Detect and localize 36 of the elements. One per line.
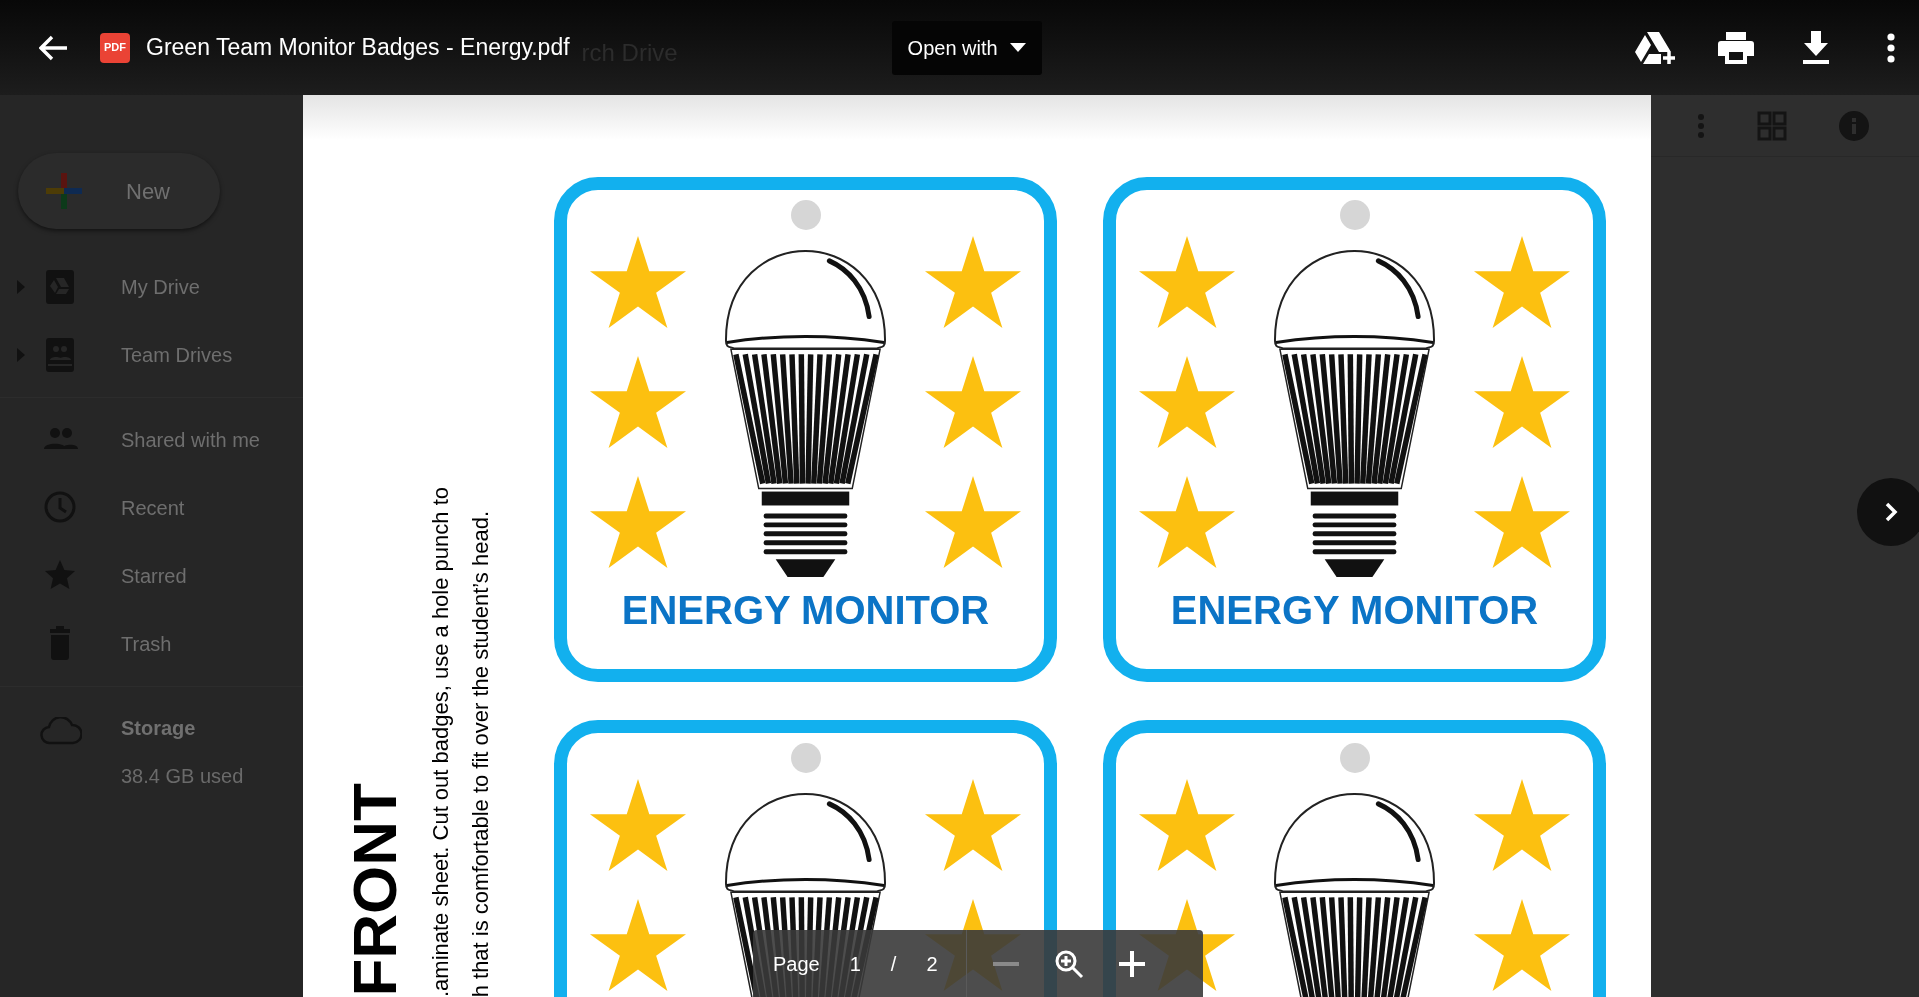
print-icon [1718, 31, 1754, 64]
storage-usage-text: 38.4 GB used [121, 764, 244, 789]
more-vertical-icon [1887, 32, 1895, 63]
file-title: Green Team Monitor Badges - Energy.pdf [146, 33, 570, 63]
zoom-in-button[interactable] [1116, 948, 1147, 979]
drive-add-icon [1635, 29, 1677, 66]
badge-title: ENERGY MONITOR [1170, 590, 1539, 630]
pdf-file-icon: PDF [100, 32, 130, 63]
sidebar-item[interactable]: Recent [0, 474, 303, 542]
storage-label: Storage [121, 716, 197, 741]
sidebar-item[interactable]: Shared with me [0, 406, 303, 474]
download-icon [1801, 30, 1831, 65]
sidebar-item[interactable]: Starred [0, 542, 303, 610]
sidebar-item[interactable]: Trash [0, 610, 303, 678]
caret-down-icon [1009, 43, 1026, 52]
chevron-right-icon [1884, 501, 1898, 523]
sidebar-item[interactable]: Team Drives [0, 321, 303, 389]
plus-icon [44, 171, 84, 211]
back-arrow-icon [39, 34, 69, 61]
page-number-field[interactable]: 1 [849, 948, 861, 979]
new-button[interactable]: New [18, 153, 220, 229]
open-with-button[interactable]: Open with [891, 20, 1042, 75]
instruction-text: .aminate sheet. Cut out badges, use a hole punch to [429, 486, 453, 997]
minus-icon [992, 961, 1019, 966]
info-icon [1839, 110, 1869, 141]
more-vertical-icon [1697, 112, 1705, 139]
page-separator: / [890, 951, 897, 977]
sidebar-item[interactable]: My Drive [0, 253, 303, 321]
page-total: 2 [926, 951, 938, 977]
plus-icon [1118, 950, 1145, 977]
instruction-text: h that is comfortable to fit over the student’s head. [469, 510, 493, 997]
front-heading: FRONT [349, 783, 401, 997]
page-label: Page [773, 951, 820, 977]
grid-view-icon [1757, 110, 1787, 141]
zoom-in-icon [1053, 948, 1084, 979]
badge-title: ENERGY MONITOR [621, 590, 990, 630]
